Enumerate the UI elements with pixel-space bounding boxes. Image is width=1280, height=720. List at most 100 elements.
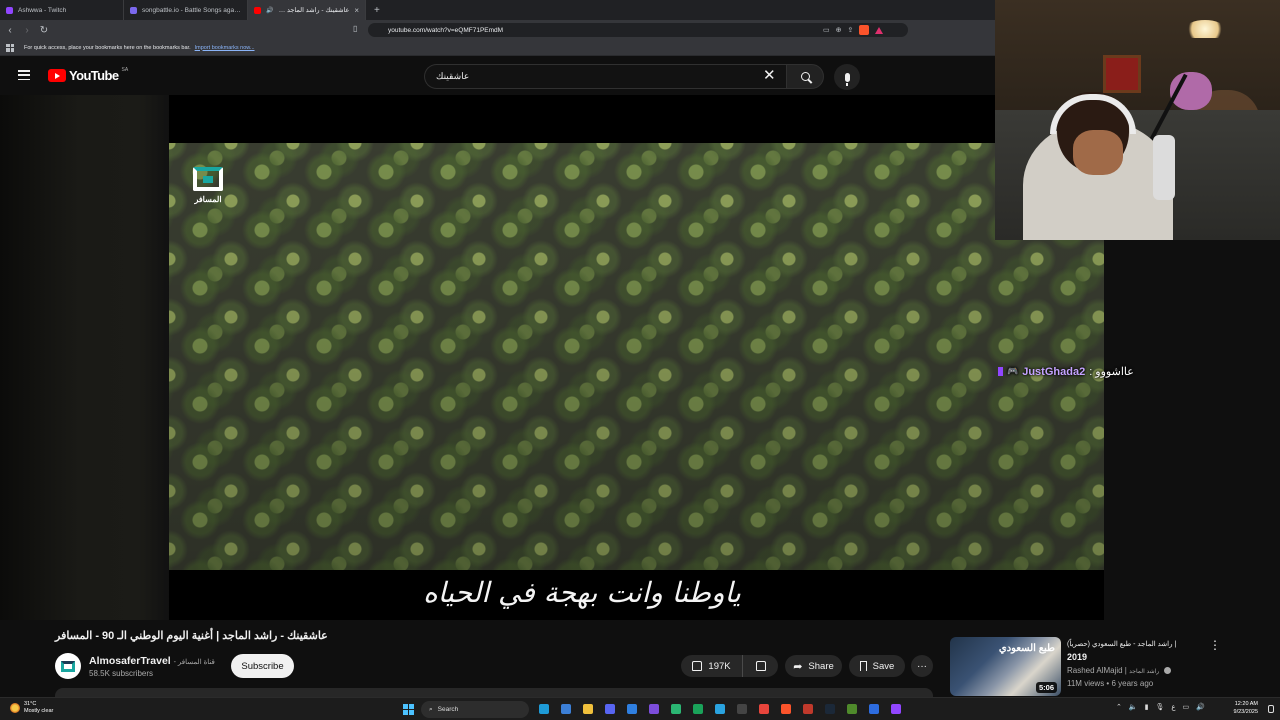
taskbar-apps	[536, 701, 904, 717]
video-player[interactable]	[169, 143, 1104, 570]
twitch-icon[interactable]	[888, 701, 904, 717]
channel-name[interactable]: AlmosaferTravel	[89, 655, 171, 667]
weather-icon	[10, 703, 20, 713]
pen-icon[interactable]	[624, 701, 640, 717]
bookmarks-bar: For quick access, place your bookmarks h…	[0, 40, 995, 56]
green-app-icon[interactable]	[690, 701, 706, 717]
reload-icon[interactable]: ↻	[37, 23, 51, 37]
forward-icon[interactable]: ›	[20, 23, 34, 37]
video-lyrics-caption: ياوطنا وانت بهجة في الحياه	[423, 576, 741, 609]
share-arrow-icon: ➦	[793, 660, 803, 673]
edge-icon[interactable]	[536, 701, 552, 717]
thumbs-up-icon	[692, 661, 703, 671]
search-button[interactable]	[786, 64, 824, 89]
recommended-title-arabic: راشد الماجد - طبع السعودي (حصرياً) |	[1067, 641, 1177, 648]
minecraft-icon[interactable]	[844, 701, 860, 717]
tab-songbattle[interactable]: songbattle.io - Battle Songs against	[124, 0, 248, 20]
menu-icon[interactable]	[18, 70, 30, 80]
import-bookmarks-link[interactable]: Import bookmarks now...	[195, 45, 255, 51]
search-input[interactable]: عاشقينك	[424, 64, 786, 89]
notification-icon[interactable]	[1268, 705, 1274, 713]
taskbar-search-label: Search	[437, 706, 459, 713]
browser-toolbar: ‹ › ↻ ▯ youtube.com/watch?v=eQMF71PEmdM …	[0, 20, 995, 40]
webcam-microphone	[1153, 135, 1175, 200]
chrome-icon[interactable]	[756, 701, 772, 717]
mail-icon[interactable]	[558, 701, 574, 717]
obsidian-icon[interactable]	[646, 701, 662, 717]
youtube-masthead: YouTube SA عاشقينك ✕	[0, 57, 995, 95]
youtube-favicon-icon	[254, 6, 261, 14]
subscriber-count: 58.5K subscribers	[89, 669, 154, 678]
brave-icon[interactable]	[778, 701, 794, 717]
apps-icon[interactable]	[6, 43, 14, 52]
like-button[interactable]: 197K	[681, 655, 743, 677]
more-actions-button[interactable]: ···	[911, 655, 933, 677]
chat-username: JustGhada2	[1022, 365, 1086, 378]
watermark-text: المسافر	[194, 194, 222, 204]
video-title: عاشقينك - راشد الماجد | أغنية اليوم الوط…	[55, 630, 328, 642]
game-icon[interactable]	[668, 701, 684, 717]
youtube-logo[interactable]: YouTube SA	[48, 67, 128, 83]
thumbs-down-icon	[755, 661, 766, 671]
brave-shields-icon[interactable]	[859, 25, 870, 35]
tab-youtube[interactable]: 🔊 عاشقينك - راشد الماجد | أغنية ×	[248, 0, 366, 20]
network-icon[interactable]: ▭	[1183, 703, 1190, 711]
search-query: عاشقينك	[436, 71, 470, 81]
like-dislike-group: 197K	[681, 655, 778, 677]
window-app-icon[interactable]	[866, 701, 882, 717]
explorer-icon[interactable]	[580, 701, 596, 717]
taskbar-search[interactable]: ⌕ Search	[421, 701, 529, 718]
weather-widget[interactable]: 31°C Mostly clear	[10, 701, 53, 715]
channel-name-row[interactable]: AlmosaferTravel - قناة المسافر	[89, 655, 215, 667]
verified-icon	[1164, 667, 1172, 675]
almosafer-logo-icon	[193, 166, 223, 191]
volume-icon[interactable]: 🔊	[1196, 703, 1205, 711]
share-button[interactable]: ➦ Share	[785, 655, 842, 677]
chat-message: 🎮 JustGhada2 عااشووو :	[998, 365, 1134, 378]
recommended-title[interactable]: راشد الماجد - طبع السعودي (حصرياً) | 201…	[1067, 637, 1207, 664]
channel-avatar[interactable]	[55, 653, 81, 679]
recommended-channel-arabic: راشد الماجد	[1129, 669, 1160, 675]
weather-condition: Mostly clear	[24, 708, 54, 714]
speaker-icon[interactable]: 🔊	[266, 7, 273, 14]
close-tab-icon[interactable]: ×	[354, 6, 359, 15]
clear-search-icon[interactable]: ✕	[763, 68, 776, 83]
save-button[interactable]: Save	[849, 655, 905, 677]
tab-twitch[interactable]: Ashwwa - Twitch	[0, 0, 124, 20]
recommended-channel[interactable]: Rashed AlMajid | راشد الماجد	[1067, 666, 1172, 675]
back-icon[interactable]: ‹	[3, 23, 17, 37]
dislike-button[interactable]	[743, 661, 778, 671]
subscribe-button[interactable]: Subscribe	[231, 654, 294, 678]
thumbnail-text: طبع السعودي	[998, 643, 1055, 654]
brave-rewards-icon[interactable]	[875, 26, 884, 34]
windows-taskbar: 31°C Mostly clear ⌕ Search ⌃ 🔈 ▮ 🎙 ع ▭ 🔊…	[0, 697, 1280, 720]
clock[interactable]: 12:20 AM 9/23/2025	[1228, 701, 1258, 716]
youtube-wordmark: YouTube	[69, 68, 119, 83]
discord-icon[interactable]	[602, 701, 618, 717]
tab-label: عاشقينك - راشد الماجد | أغنية	[278, 7, 350, 14]
steam-icon[interactable]	[822, 701, 838, 717]
recommended-menu-icon[interactable]: ⋮	[1209, 638, 1221, 652]
microphone-icon[interactable]: 🎙	[1155, 703, 1164, 711]
bookmark-icon[interactable]: ▯	[353, 24, 357, 33]
recommended-thumbnail[interactable]: طبع السعودي 5:06	[950, 637, 1061, 696]
zoom-icon[interactable]: ⊕	[836, 26, 842, 34]
speaker-icon[interactable]: 🔈	[1129, 703, 1138, 711]
cast-icon[interactable]: ▭	[823, 26, 830, 34]
songbattle-favicon-icon	[130, 6, 137, 14]
chevron-up-icon[interactable]: ⌃	[1116, 703, 1122, 711]
red-app-icon[interactable]	[800, 701, 816, 717]
battery-icon[interactable]: ▮	[1145, 703, 1149, 711]
game-controller-icon: 🎮	[1007, 366, 1019, 376]
new-tab-button[interactable]: +	[366, 0, 388, 20]
telegram-icon[interactable]	[712, 701, 728, 717]
github-icon[interactable]	[734, 701, 750, 717]
browser-tabstrip: Ashwwa - Twitch songbattle.io - Battle S…	[0, 0, 995, 20]
language-indicator[interactable]: ع	[1171, 703, 1175, 711]
start-icon[interactable]	[403, 704, 414, 715]
share-page-icon[interactable]: ⇪	[848, 26, 854, 34]
url-text: youtube.com/watch?v=eQMF71PEmdM	[388, 26, 504, 34]
search-icon	[800, 72, 810, 81]
chat-text: عااشووو :	[1089, 366, 1134, 378]
voice-search-button[interactable]	[834, 64, 860, 90]
